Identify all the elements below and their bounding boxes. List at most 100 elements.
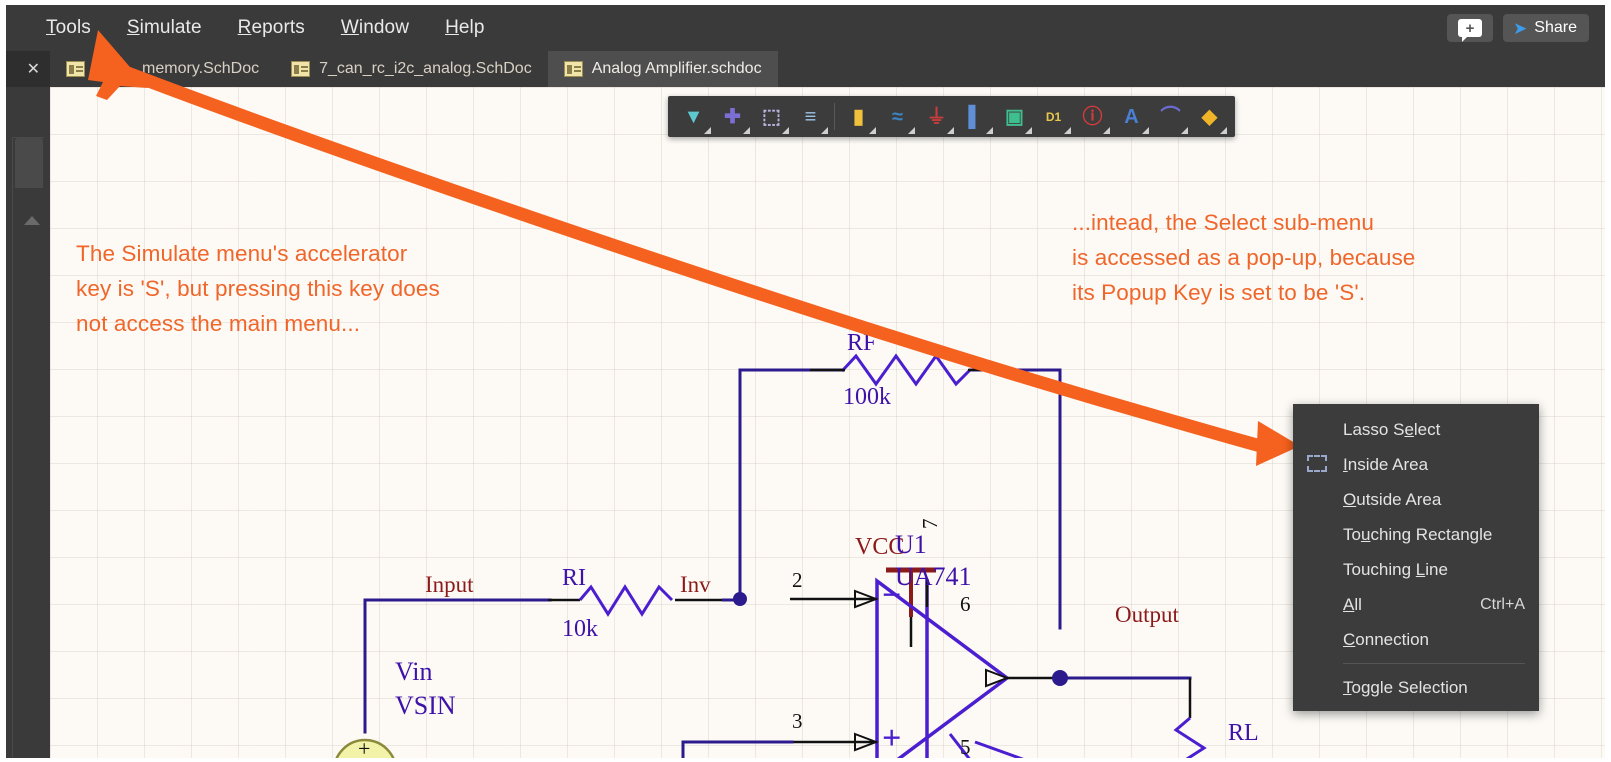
left-rail-scroll-thumb[interactable] — [15, 138, 43, 188]
toolbar-button-place-no-erc[interactable]: ⓘ — [1073, 97, 1112, 136]
menu-item-help[interactable]: Help — [427, 11, 502, 45]
document-tabs: 5_s_ _memory.SchDoc 7_can_rc_i2c_analog.S… — [50, 51, 778, 87]
menu-item-toggle-selection[interactable]: Toggle Selection — [1293, 670, 1539, 705]
toolbar-button-place-net[interactable]: ≈ — [878, 97, 917, 136]
menu-item-label: Inside Area — [1343, 454, 1429, 474]
toolbar-separator — [834, 103, 835, 130]
annotation-right-line-1: is accessed as a pop-up, because — [1072, 245, 1416, 270]
window-frame-bottom — [0, 758, 1611, 762]
rf-value: 100k — [843, 384, 891, 410]
filter-icon: ▼ — [683, 105, 704, 128]
toolbar-button-place-sheet-symbol[interactable]: ▣ — [995, 97, 1034, 136]
menu-item-reports[interactable]: Reports — [220, 11, 323, 45]
window-frame-right — [1605, 0, 1611, 762]
rf-designator: RF — [847, 330, 877, 356]
share-arrow-icon: ➤ — [1513, 18, 1528, 38]
place-polygon-icon: ◆ — [1201, 105, 1218, 128]
toolbar-button-place-port[interactable]: ▌ — [956, 97, 995, 136]
toolbar-button-place-designator[interactable]: D1 — [1034, 97, 1073, 136]
menu-item-inside-area[interactable]: Inside Area — [1293, 447, 1539, 482]
place-rectangle-icon: ⬚ — [762, 105, 781, 128]
menu-item-icon-slot — [1307, 630, 1329, 650]
menu-item-icon-slot — [1307, 525, 1329, 545]
share-button-label: Share — [1534, 19, 1577, 36]
rl-designator: RL — [1228, 720, 1259, 746]
menu-bar: Tools Simulate Reports Window Help + ➤ Share — [6, 5, 1605, 51]
place-text-icon: A — [1124, 105, 1139, 128]
menu-item-simulate[interactable]: Simulate — [109, 11, 220, 45]
net-label-input: Input — [425, 572, 474, 597]
close-icon: ✕ — [26, 61, 40, 78]
ri-designator: RI — [562, 565, 586, 591]
menu-item-label: Touching Rectangle — [1343, 524, 1493, 544]
share-button[interactable]: ➤ Share — [1503, 14, 1589, 42]
left-panel-rail — [6, 87, 50, 758]
place-port-icon: ▌ — [968, 105, 983, 128]
document-tab-label: Analog Amplifier.schdoc — [591, 60, 762, 77]
window-frame-left — [0, 0, 6, 762]
toolbar-button-place-text[interactable]: A — [1112, 97, 1151, 136]
toolbar-button-place-ground[interactable]: ⏚ — [917, 97, 956, 136]
document-tab-1[interactable]: 7_can_rc_i2c_analog.SchDoc — [275, 51, 548, 87]
menu-item-touching-line[interactable]: Touching Line — [1293, 552, 1539, 587]
menu-item-icon-slot — [1307, 490, 1329, 510]
menu-item-all[interactable]: All Ctrl+A — [1293, 587, 1539, 622]
svg-text:+: + — [358, 736, 370, 758]
menu-item-touching-rectangle[interactable]: Touching Rectangle — [1293, 517, 1539, 552]
document-tab-label: 7_can_rc_i2c_analog.SchDoc — [319, 60, 532, 77]
menu-bar-right-actions: + ➤ Share — [1447, 14, 1605, 42]
comment-button[interactable]: + — [1447, 14, 1494, 42]
scroll-up-arrow-icon[interactable] — [24, 216, 40, 225]
document-tab-2[interactable]: Analog Amplifier.schdoc — [547, 51, 778, 87]
select-popup-menu: Lasso Select Inside Area Outside Area Touch… — [1293, 404, 1539, 711]
annotation-right-line-2: its Popup Key is set to be 'S'. — [1072, 280, 1366, 305]
opamp-pin-7: 7 — [918, 518, 942, 530]
place-sheet-symbol-icon: ▣ — [1005, 105, 1024, 128]
opamp-inverting-sign: − — [882, 577, 902, 614]
place-arc-icon: ⌒ — [1160, 105, 1181, 128]
toolbar-button-place-wire-crosshair[interactable]: ✚ — [713, 97, 752, 136]
comment-bubble-plus-icon: + — [1458, 19, 1483, 42]
toolbar-button-align[interactable]: ≡ — [791, 97, 830, 136]
vsin-source-symbol: + − — [335, 736, 395, 758]
place-wire-crosshair-icon: ✚ — [724, 105, 741, 128]
menu-separator — [1343, 663, 1525, 664]
schematic-active-bar: ▼ ✚ ⬚ ≡ ▮ ≈ ⏚ ▌ ▣ D1 ⓘ A ⌒ ◆ — [668, 96, 1235, 137]
menu-item-icon-slot — [1307, 595, 1329, 615]
vin-designator: Vin — [395, 657, 433, 686]
opamp-symbol — [790, 577, 1110, 758]
schematic-document-icon — [66, 61, 85, 77]
toolbar-button-place-rectangle[interactable]: ⬚ — [752, 97, 791, 136]
opamp-noninverting-sign: + — [882, 720, 902, 757]
menu-item-label: Outside Area — [1343, 489, 1442, 509]
annotation-left: The Simulate menu's accelerator key is 'S… — [76, 236, 440, 341]
annotation-left-line-1: key is 'S', but pressing this key does — [76, 276, 440, 301]
opamp-pin-6: 6 — [960, 592, 971, 616]
opamp-pin-2: 2 — [792, 568, 803, 592]
menu-item-label: Touching Line — [1343, 559, 1448, 579]
dashed-rectangle-icon — [1307, 454, 1329, 475]
document-tab-bar: ✕ 5_s_ _memory.SchDoc 7_can_rc_i2c_analog… — [6, 51, 1605, 87]
place-part-icon: ▮ — [852, 105, 864, 128]
menu-item-icon-slot — [1307, 560, 1329, 580]
menu-item-lasso-select[interactable]: Lasso Select — [1293, 412, 1539, 447]
left-rail-scroll-track[interactable] — [12, 137, 44, 758]
toolbar-button-place-polygon[interactable]: ◆ — [1190, 97, 1229, 136]
align-icon: ≡ — [804, 105, 817, 128]
u1-designator: U1 — [895, 530, 927, 559]
junction-dot — [733, 592, 747, 606]
annotation-left-line-0: The Simulate menu's accelerator — [76, 241, 408, 266]
toolbar-button-place-arc[interactable]: ⌒ — [1151, 97, 1190, 136]
tab-close-button[interactable]: ✕ — [6, 51, 50, 87]
schematic-document-icon — [291, 61, 311, 77]
menu-item-window[interactable]: Window — [323, 11, 427, 45]
toolbar-button-place-part[interactable]: ▮ — [839, 97, 878, 136]
menu-bar-items: Tools Simulate Reports Window Help — [6, 11, 503, 45]
menu-item-outside-area[interactable]: Outside Area — [1293, 482, 1539, 517]
menu-item-tools[interactable]: Tools — [28, 11, 109, 45]
place-net-icon: ≈ — [892, 105, 903, 128]
place-designator-icon: D1 — [1045, 109, 1062, 124]
document-tab-0[interactable]: 5_s_ _memory.SchDoc — [50, 51, 275, 87]
toolbar-button-filter[interactable]: ▼ — [674, 97, 713, 136]
menu-item-connection[interactable]: Connection — [1293, 622, 1539, 657]
